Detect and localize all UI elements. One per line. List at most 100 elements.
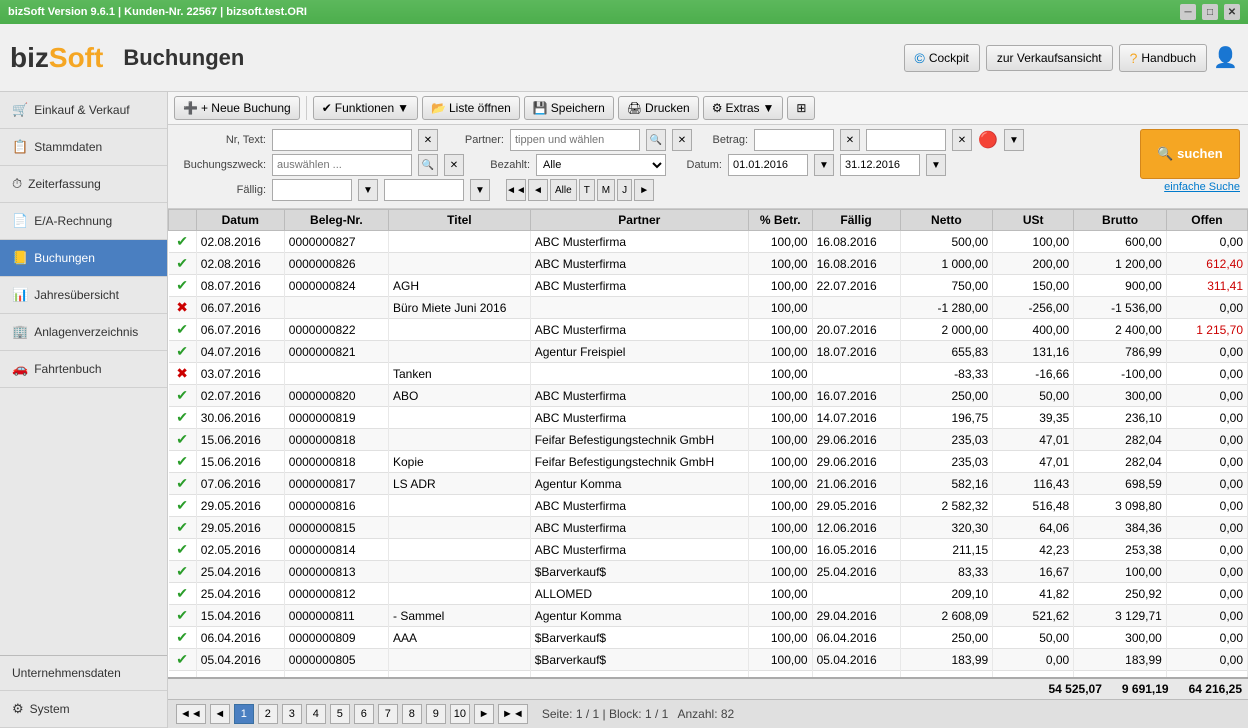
col-betr[interactable]: % Betr. [748, 210, 812, 231]
handbuch-button[interactable]: ? Handbuch [1119, 44, 1208, 72]
drucken-button[interactable]: 🖨 Drucken [618, 96, 699, 120]
table-row[interactable]: ✔ 29.05.2016 0000000815 ABC Musterfirma … [169, 517, 1248, 539]
table-row[interactable]: ✔ 02.07.2016 0000000820 ABO ABC Musterfi… [169, 385, 1248, 407]
close-btn[interactable]: ✕ [1224, 4, 1240, 20]
sidebar-item-jahresuebersicht[interactable]: 📊 Jahresübersicht [0, 277, 167, 314]
table-row[interactable]: ✔ 30.06.2016 0000000819 ABC Musterfirma … [169, 407, 1248, 429]
sidebar-item-fahrtenbuch[interactable]: 🚗 Fahrtenbuch [0, 351, 167, 388]
table-row[interactable]: ✔ 06.07.2016 0000000822 ABC Musterfirma … [169, 319, 1248, 341]
table-row[interactable]: ✔ 15.06.2016 0000000818 Feifar Befestigu… [169, 429, 1248, 451]
buchungszweck-search-btn[interactable]: 🔍 [418, 154, 438, 176]
page-last-btn[interactable]: ►◄ [498, 704, 528, 724]
page-1-btn[interactable]: 1 [234, 704, 254, 724]
betrag-clear-btn2[interactable]: ✕ [952, 129, 972, 151]
table-row[interactable]: ✔ 02.08.2016 0000000827 ABC Musterfirma … [169, 231, 1248, 253]
nav-prev-prev[interactable]: ◄◄ [506, 179, 526, 201]
sidebar-item-zeiterfassung[interactable]: ⏱ Zeiterfassung [0, 166, 167, 203]
page-6-btn[interactable]: 6 [354, 704, 374, 724]
col-faellig[interactable]: Fällig [812, 210, 900, 231]
speichern-button[interactable]: 💾 Speichern [524, 96, 614, 120]
nav-next[interactable]: ► [634, 179, 654, 201]
bezahlt-select[interactable]: Alle Bezahlt Offen [536, 154, 666, 176]
sidebar-item-einkauf[interactable]: 🛒 Einkauf & Verkauf [0, 92, 167, 129]
buchungszweck-input[interactable] [272, 154, 412, 176]
page-next-btn[interactable]: ► [474, 704, 494, 724]
page-5-btn[interactable]: 5 [330, 704, 350, 724]
page-9-btn[interactable]: 9 [426, 704, 446, 724]
table-row[interactable]: ✔ 04.07.2016 0000000821 Agentur Freispie… [169, 341, 1248, 363]
col-partner[interactable]: Partner [530, 210, 748, 231]
sidebar-item-anlagenverzeichnis[interactable]: 🏢 Anlagenverzeichnis [0, 314, 167, 351]
datum-from-arrow[interactable]: ▼ [814, 154, 834, 176]
nav-alle[interactable]: Alle [550, 179, 577, 201]
col-ust[interactable]: USt [993, 210, 1074, 231]
nav-j[interactable]: J [617, 179, 632, 201]
table-row[interactable]: ✔ 29.05.2016 0000000816 ABC Musterfirma … [169, 495, 1248, 517]
datum-from-input[interactable] [728, 154, 808, 176]
col-netto[interactable]: Netto [900, 210, 993, 231]
nav-m[interactable]: M [597, 179, 615, 201]
page-7-btn[interactable]: 7 [378, 704, 398, 724]
betrag-clear-btn[interactable]: ✕ [840, 129, 860, 151]
sidebar-item-earechnung[interactable]: 📄 E/A-Rechnung [0, 203, 167, 240]
einfache-suche-link[interactable]: einfache Suche [1164, 181, 1240, 193]
page-3-btn[interactable]: 3 [282, 704, 302, 724]
faellig-to-input[interactable] [384, 179, 464, 201]
nav-prev[interactable]: ◄ [528, 179, 548, 201]
liste-oeffnen-button[interactable]: 📂 Liste öffnen [422, 96, 520, 120]
col-brutto[interactable]: Brutto [1074, 210, 1167, 231]
minimize-btn[interactable]: ─ [1180, 4, 1196, 20]
page-first-btn[interactable]: ◄◄ [176, 704, 206, 724]
funktionen-button[interactable]: ✔ Funktionen ▼ [313, 96, 418, 120]
table-row[interactable]: ✔ 25.04.2016 0000000813 $Barverkauf$ 100… [169, 561, 1248, 583]
table-row[interactable]: ✔ 06.04.2016 0000000809 AAA $Barverkauf$… [169, 627, 1248, 649]
col-titel[interactable]: Titel [388, 210, 530, 231]
betrag-arrow-btn[interactable]: ▼ [1004, 129, 1024, 151]
sidebar-item-stammdaten[interactable]: 📋 Stammdaten [0, 129, 167, 166]
table-row[interactable]: ✔ 02.05.2016 0000000814 ABC Musterfirma … [169, 539, 1248, 561]
page-10-btn[interactable]: 10 [450, 704, 470, 724]
table-row[interactable]: ✔ 15.04.2016 0000000811 - Sammel Agentur… [169, 605, 1248, 627]
datum-to-arrow[interactable]: ▼ [926, 154, 946, 176]
table-row[interactable]: ✔ 07.06.2016 0000000817 LS ADR Agentur K… [169, 473, 1248, 495]
nav-t[interactable]: T [579, 179, 595, 201]
nr-text-input[interactable] [272, 129, 412, 151]
partner-clear-btn[interactable]: ✕ [672, 129, 692, 151]
table-row[interactable]: ✔ 02.08.2016 0000000826 ABC Musterfirma … [169, 253, 1248, 275]
sidebar-item-unternehmensdaten[interactable]: Unternehmensdaten [0, 656, 167, 691]
verkauf-button[interactable]: zur Verkaufsansicht [986, 45, 1113, 71]
extras-button[interactable]: ⚙ Extras ▼ [703, 96, 784, 120]
search-button[interactable]: 🔍 suchen [1140, 129, 1240, 179]
title-controls[interactable]: ─ □ ✕ [1180, 4, 1240, 20]
maximize-btn[interactable]: □ [1202, 4, 1218, 20]
faellig-to-arrow[interactable]: ▼ [470, 179, 490, 201]
col-beleg[interactable]: Beleg-Nr. [284, 210, 388, 231]
faellig-from-arrow[interactable]: ▼ [358, 179, 378, 201]
page-2-btn[interactable]: 2 [258, 704, 278, 724]
neue-buchung-button[interactable]: ➕ + Neue Buchung [174, 96, 300, 120]
partner-search-btn[interactable]: 🔍 [646, 129, 666, 151]
sidebar-item-buchungen[interactable]: 📒 Buchungen [0, 240, 167, 277]
page-prev-btn[interactable]: ◄ [210, 704, 230, 724]
col-offen[interactable]: Offen [1166, 210, 1247, 231]
table-row[interactable]: ✔ 05.04.2016 0000000805 $Barverkauf$ 100… [169, 649, 1248, 671]
user-icon[interactable]: 👤 [1213, 45, 1238, 70]
faellig-from-input[interactable] [272, 179, 352, 201]
table-row[interactable]: ✔ 15.06.2016 0000000818 Kopie Feifar Bef… [169, 451, 1248, 473]
cockpit-button[interactable]: © Cockpit [904, 44, 980, 72]
betrag-input2[interactable] [866, 129, 946, 151]
table-row[interactable]: ✔ 08.07.2016 0000000824 AGH ABC Musterfi… [169, 275, 1248, 297]
sidebar-item-system[interactable]: ⚙ System [0, 691, 167, 728]
partner-input[interactable] [510, 129, 640, 151]
page-4-btn[interactable]: 4 [306, 704, 326, 724]
col-status[interactable] [169, 210, 197, 231]
datum-to-input[interactable] [840, 154, 920, 176]
table-row[interactable]: ✔ 25.04.2016 0000000812 ALLOMED 100,00 2… [169, 583, 1248, 605]
nr-clear-button[interactable]: ✕ [418, 129, 438, 151]
page-8-btn[interactable]: 8 [402, 704, 422, 724]
betrag-input[interactable] [754, 129, 834, 151]
table-row[interactable]: ✖ 06.07.2016 Büro Miete Juni 2016 100,00… [169, 297, 1248, 319]
table-row[interactable]: ✖ 03.07.2016 Tanken 100,00 -83,33 -16,66… [169, 363, 1248, 385]
extra-btn[interactable]: ⊞ [787, 96, 815, 120]
col-datum[interactable]: Datum [196, 210, 284, 231]
